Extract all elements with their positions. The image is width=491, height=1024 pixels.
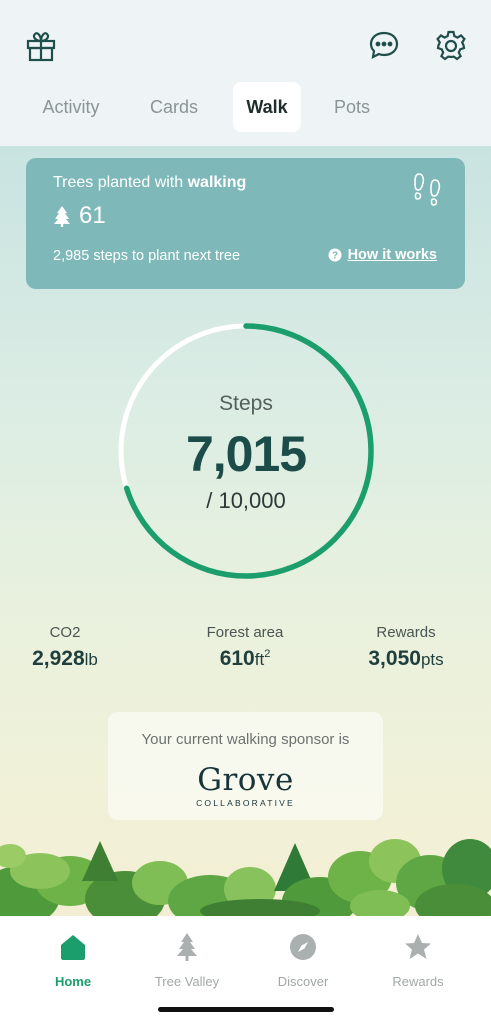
how-it-works-label: How it works <box>347 247 437 263</box>
steps-label: Steps <box>219 392 273 415</box>
rewards-unit: pts <box>420 650 444 669</box>
forest-area-exponent: 2 <box>264 648 271 660</box>
home-icon <box>58 932 88 962</box>
forest-area-unit: ft <box>254 650 265 669</box>
steps-to-next-tree: 2,985 steps to plant next tree <box>53 248 241 264</box>
steps-value: 7,015 <box>185 426 307 482</box>
rewards-label: Rewards <box>376 624 436 641</box>
tree-icon <box>54 206 70 227</box>
nav-home[interactable]: Home <box>23 932 123 989</box>
walk-content: Trees planted with walking 61 2,985 step… <box>0 146 491 916</box>
nav-home-label: Home <box>54 974 92 989</box>
co2-unit: lb <box>84 650 98 669</box>
top-bar: Activity Cards Walk Pots <box>0 0 491 146</box>
forest-area-value: 610ft2 <box>180 647 310 671</box>
nav-rewards-label: Rewards <box>392 974 444 989</box>
home-indicator <box>158 1007 334 1012</box>
tree-count: 61 <box>53 202 106 230</box>
tree-icon <box>172 932 202 962</box>
nav-tree-valley-label: Tree Valley <box>154 974 220 989</box>
question-icon: ? <box>328 248 342 262</box>
title-prefix: Trees planted with <box>53 174 188 191</box>
co2-value: 2,928lb <box>22 647 108 671</box>
nav-discover[interactable]: Discover <box>253 932 353 989</box>
compass-icon <box>288 932 318 962</box>
sponsor-card[interactable]: Your current walking sponsor is Grove CO… <box>108 712 383 820</box>
trees-walking-title: Trees planted with walking <box>53 174 246 192</box>
tab-bar: Activity Cards Walk Pots <box>0 82 491 134</box>
tab-cards[interactable]: Cards <box>131 82 217 132</box>
tab-activity[interactable]: Activity <box>28 82 114 132</box>
nav-tree-valley[interactable]: Tree Valley <box>137 932 237 989</box>
sponsor-logo-subtitle: COLLABORATIVE <box>196 798 295 808</box>
chat-bubble-icon[interactable] <box>367 28 401 62</box>
how-it-works-link[interactable]: ? How it works <box>328 247 437 263</box>
sponsor-logo: Grove <box>197 762 294 798</box>
title-bold: walking <box>187 174 247 191</box>
nav-rewards[interactable]: Rewards <box>368 932 468 989</box>
steps-goal: / 10,000 <box>206 488 286 513</box>
tab-pots[interactable]: Pots <box>316 82 388 132</box>
nav-discover-label: Discover <box>277 974 329 989</box>
tree-count-value: 61 <box>79 202 106 229</box>
trees-walking-card: Trees planted with walking 61 2,985 step… <box>26 158 465 289</box>
rewards-value: 3,050pts <box>352 647 460 671</box>
stat-forest-area: Forest area 610ft2 <box>180 624 310 671</box>
footprints-icon <box>411 170 447 206</box>
co2-label: CO2 <box>49 624 81 641</box>
svg-text:?: ? <box>332 251 338 262</box>
steps-progress-ring: Steps 7,015 / 10,000 <box>115 320 377 582</box>
gift-icon[interactable] <box>24 28 58 62</box>
ring-text: Steps 7,015 / 10,000 <box>115 320 377 582</box>
co2-number: 2,928 <box>32 647 85 670</box>
forest-area-label: Forest area <box>206 624 284 641</box>
stat-co2: CO2 2,928lb <box>22 624 108 671</box>
forest-area-number: 610 <box>219 647 255 670</box>
tab-walk[interactable]: Walk <box>233 82 301 132</box>
rewards-number: 3,050 <box>368 647 421 670</box>
sponsor-text: Your current walking sponsor is <box>141 731 350 748</box>
gear-icon[interactable] <box>434 28 468 62</box>
stat-rewards: Rewards 3,050pts <box>352 624 460 671</box>
star-icon <box>403 932 433 962</box>
forest-illustration <box>0 839 491 916</box>
